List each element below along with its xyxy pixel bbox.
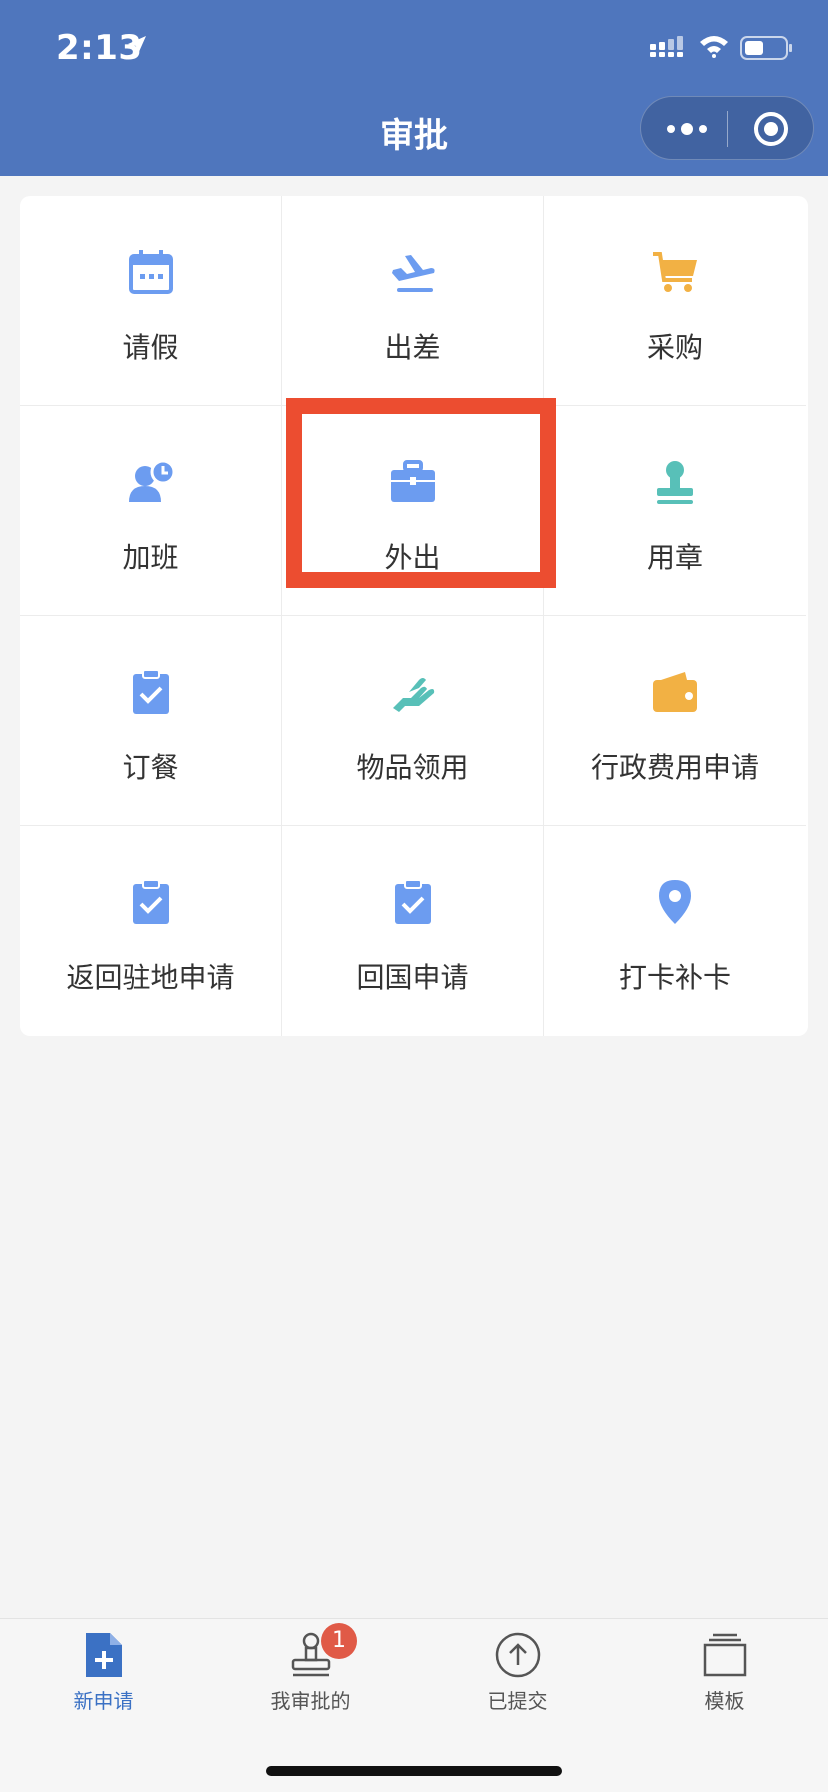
grid-item-business-trip[interactable]: 出差 [282,196,544,406]
plane-icon [392,255,435,292]
close-miniprogram-icon[interactable] [753,111,789,147]
grid-item-label: 请假 [122,331,179,364]
grid-item-seal[interactable]: 用章 [544,406,806,616]
hand-icon [393,678,435,712]
tab-label: 新申请 [73,1689,134,1713]
calendar-icon [129,250,173,294]
new-doc-icon [86,1633,122,1677]
upload-circle-icon [495,1632,541,1678]
capsule-divider [727,111,728,147]
grid-item-leave[interactable]: 请假 [20,196,282,406]
home-indicator [266,1766,562,1776]
grid-item-label: 用章 [646,541,703,574]
notification-badge: 1 [321,1623,357,1659]
approval-type-grid: 请假 出差 采购 加班 外出 用章 订餐 物品领用 行政费用申请 返回驻地申请 … [20,196,808,1036]
grid-item-label: 打卡补卡 [618,961,731,994]
highlight-box [286,398,556,588]
tab-label: 我审批的 [270,1689,351,1713]
tab-new-application[interactable]: 新申请 [0,1619,207,1739]
clipboard-check-icon [395,879,431,924]
signal-icon [650,36,683,57]
grid-item-label: 回国申请 [356,961,469,994]
grid-item-overtime[interactable]: 加班 [20,406,282,616]
cart-icon [653,252,697,292]
grid-item-label: 出差 [384,331,441,364]
miniprogram-capsule [640,96,814,160]
grid-item-meal-order[interactable]: 订餐 [20,616,282,826]
grid-item-purchase[interactable]: 采购 [544,196,806,406]
more-icon[interactable] [663,117,711,141]
template-stack-icon [703,1633,747,1677]
tab-templates[interactable]: 模板 [621,1619,828,1739]
nav-header: 2:13 审批 [0,0,828,176]
tab-my-approvals[interactable]: 1 我审批的 [207,1619,414,1739]
battery-icon [740,36,792,60]
wallet-icon [653,672,697,712]
grid-item-label: 加班 [122,541,179,574]
tab-label: 模板 [704,1689,745,1713]
grid-item-label: 物品领用 [356,751,469,784]
grid-item-clock-correction[interactable]: 打卡补卡 [544,826,806,1036]
stamp-icon [657,461,693,504]
location-pin-icon [659,880,691,924]
grid-item-label: 行政费用申请 [590,751,759,784]
clipboard-check-icon [133,879,169,924]
clipboard-check-icon [133,669,169,714]
grid-item-return-station[interactable]: 返回驻地申请 [20,826,282,1036]
person-clock-icon [129,459,175,502]
location-arrow-icon [128,36,146,54]
grid-item-label: 订餐 [122,751,179,784]
grid-item-return-home[interactable]: 回国申请 [282,826,544,1036]
tab-label: 已提交 [487,1689,548,1713]
grid-item-label: 采购 [646,331,703,364]
wifi-icon [700,36,728,58]
grid-item-admin-expense[interactable]: 行政费用申请 [544,616,806,826]
grid-item-label: 返回驻地申请 [66,961,235,994]
tab-submitted[interactable]: 已提交 [414,1619,621,1739]
grid-item-supplies[interactable]: 物品领用 [282,616,544,826]
